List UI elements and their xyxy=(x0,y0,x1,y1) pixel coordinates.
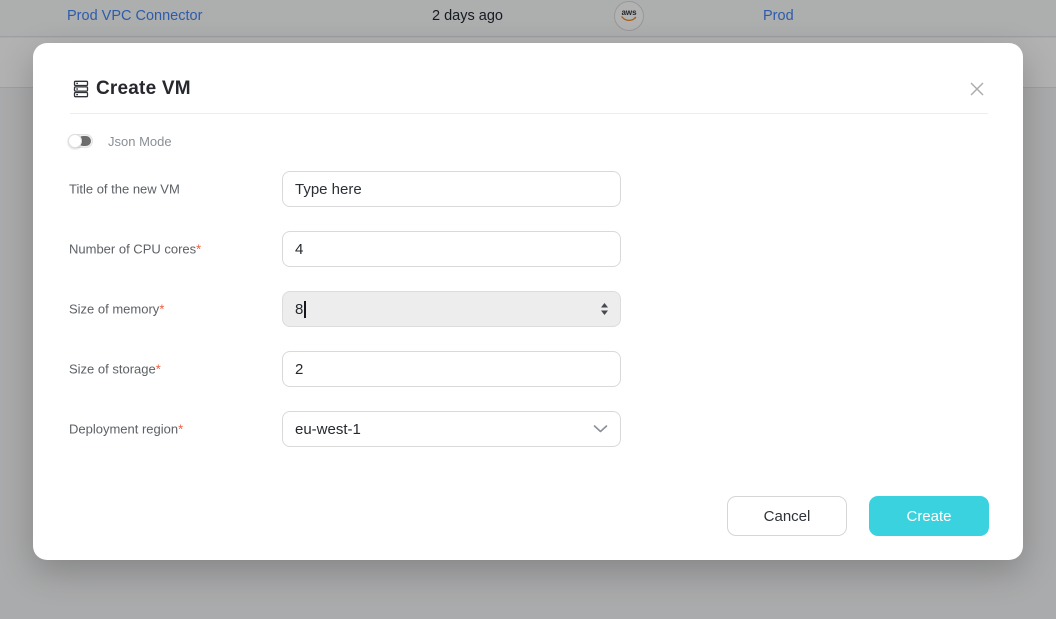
field-row-memory: Size of memory* 8 xyxy=(33,291,1023,327)
vm-title-input[interactable] xyxy=(282,171,621,207)
storage-size-input[interactable] xyxy=(282,351,621,387)
modal-header: Create VM xyxy=(33,43,1023,113)
chevron-down-icon xyxy=(593,425,608,434)
required-asterisk: * xyxy=(156,362,161,377)
field-row-region: Deployment region* eu-west-1 xyxy=(33,411,1023,447)
region-select[interactable]: eu-west-1 xyxy=(282,411,621,447)
create-vm-modal: Create VM Json Mode Title of the new VM … xyxy=(33,43,1023,560)
cancel-button[interactable]: Cancel xyxy=(727,496,847,536)
create-button[interactable]: Create xyxy=(869,496,989,536)
field-label: Size of storage* xyxy=(69,362,161,377)
required-asterisk: * xyxy=(196,242,201,257)
field-label: Number of CPU cores* xyxy=(69,242,201,257)
field-label-text: Deployment region xyxy=(69,422,178,437)
json-mode-row: Json Mode xyxy=(68,133,172,149)
cpu-cores-input[interactable] xyxy=(282,231,621,267)
field-label-text: Title of the new VM xyxy=(69,182,180,197)
field-row-title: Title of the new VM xyxy=(33,171,1023,207)
memory-value: 8 xyxy=(295,301,303,318)
header-divider xyxy=(70,113,988,114)
memory-size-input[interactable]: 8 xyxy=(282,291,621,327)
field-label: Size of memory* xyxy=(69,302,164,317)
close-button[interactable] xyxy=(965,77,989,101)
toggle-knob xyxy=(68,134,82,148)
number-spinner-icon[interactable] xyxy=(600,303,609,316)
modal-title: Create VM xyxy=(96,78,191,100)
json-mode-label: Json Mode xyxy=(108,134,172,149)
required-asterisk: * xyxy=(159,302,164,317)
field-row-storage: Size of storage* xyxy=(33,351,1023,387)
field-label-text: Size of memory xyxy=(69,302,159,317)
text-caret xyxy=(304,301,305,318)
server-icon xyxy=(72,80,90,98)
field-row-cpu: Number of CPU cores* xyxy=(33,231,1023,267)
field-label: Deployment region* xyxy=(69,422,183,437)
field-label: Title of the new VM xyxy=(69,182,180,197)
json-mode-toggle[interactable] xyxy=(68,134,93,148)
required-asterisk: * xyxy=(178,422,183,437)
close-icon xyxy=(967,79,987,99)
region-selected-value: eu-west-1 xyxy=(295,421,361,438)
field-label-text: Size of storage xyxy=(69,362,156,377)
field-label-text: Number of CPU cores xyxy=(69,242,196,257)
